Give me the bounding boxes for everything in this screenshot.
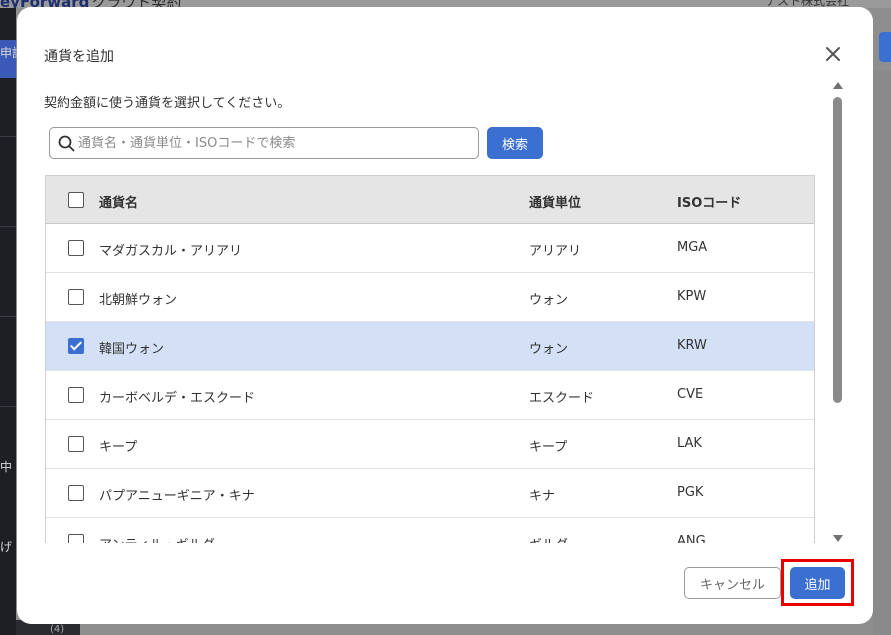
sidebar-label-middle: 中 — [0, 460, 13, 474]
currency-table: 通貨名 通貨単位 ISOコード マダガスカル・アリアリ アリアリ MGA 北朝鮮ウォン… — [45, 175, 815, 543]
row-checkbox[interactable] — [68, 485, 84, 501]
table-row[interactable]: キープ キープ LAK — [46, 420, 814, 469]
search-button[interactable]: 検索 — [487, 127, 543, 159]
scroll-up-arrow-icon[interactable] — [833, 82, 843, 89]
search-field[interactable] — [49, 127, 479, 159]
row-checkbox[interactable] — [68, 387, 84, 403]
iso-code: KRW — [677, 338, 707, 353]
row-checkbox[interactable] — [68, 338, 84, 354]
cancel-button[interactable]: キャンセル — [684, 567, 781, 599]
currency-unit: ウォン — [529, 293, 569, 308]
iso-code: CVE — [677, 387, 704, 402]
row-checkbox[interactable] — [68, 534, 84, 543]
background-button — [879, 32, 891, 62]
scroll-thumb[interactable] — [833, 97, 842, 403]
table-header: 通貨名 通貨単位 ISOコード — [46, 176, 814, 224]
search-icon — [58, 135, 75, 152]
sidebar-label-bottom: げ — [0, 540, 13, 554]
dialog-scrollbar[interactable] — [830, 82, 847, 547]
currency-unit: アリアリ — [529, 244, 582, 259]
dialog-title: 通貨を追加 — [44, 49, 114, 65]
sidebar-divider — [0, 406, 16, 407]
iso-code: KPW — [677, 289, 707, 304]
add-currency-dialog: 通貨を追加 契約金額に使う通貨を選択してください。 検索 通貨名 通貨単位 IS… — [17, 7, 873, 624]
scroll-down-arrow-icon[interactable] — [833, 535, 843, 542]
background-count: (4) — [50, 624, 65, 635]
currency-unit: ウォン — [529, 342, 569, 357]
table-row[interactable]: カーボベルデ・エスクード エスクード CVE — [46, 371, 814, 420]
row-checkbox[interactable] — [68, 436, 84, 452]
row-checkbox[interactable] — [68, 240, 84, 256]
currency-unit: ギルダー — [529, 534, 581, 543]
close-button[interactable] — [823, 44, 843, 64]
sidebar-divider — [0, 316, 16, 317]
sidebar-divider — [0, 226, 16, 227]
currency-name: カーボベルデ・エスクード — [99, 391, 256, 406]
add-button[interactable]: 追加 — [790, 567, 845, 599]
dialog-description: 契約金額に使う通貨を選択してください。 — [44, 96, 291, 111]
table-row[interactable]: パプアニューギニア・キナ キナ PGK — [46, 469, 814, 518]
header-currency-name: 通貨名 — [99, 196, 139, 211]
currency-name: マダガスカル・アリアリ — [99, 244, 243, 259]
currency-name: キープ — [99, 440, 138, 455]
currency-name: パプアニューギニア・キナ — [99, 489, 255, 504]
table-row[interactable]: 北朝鮮ウォン ウォン KPW — [46, 273, 814, 322]
currency-name: 北朝鮮ウォン — [99, 293, 178, 308]
currency-unit: キープ — [529, 440, 568, 455]
header-iso-code: ISOコード — [677, 196, 742, 211]
currency-unit: エスクード — [529, 391, 595, 406]
iso-code: ANG — [677, 534, 706, 543]
iso-code: MGA — [677, 240, 708, 255]
close-icon — [826, 47, 840, 61]
header-currency-unit: 通貨単位 — [529, 196, 582, 211]
search-input[interactable] — [78, 130, 474, 156]
currency-unit: キナ — [529, 489, 556, 504]
row-checkbox[interactable] — [68, 289, 84, 305]
background-panel — [873, 70, 891, 635]
table-row[interactable]: マダガスカル・アリアリ アリアリ MGA — [46, 224, 814, 273]
currency-name: アンティル・ギルダー — [99, 534, 228, 543]
select-all-checkbox[interactable] — [68, 192, 84, 208]
table-row[interactable]: 韓国ウォン ウォン KRW — [46, 322, 814, 371]
app-sidebar: 申請 中 げ — [0, 8, 24, 635]
table-row[interactable]: アンティル・ギルダー ギルダー ANG — [46, 518, 814, 543]
currency-name: 韓国ウォン — [99, 342, 165, 357]
iso-code: PGK — [677, 485, 704, 500]
iso-code: LAK — [677, 436, 702, 451]
sidebar-divider — [0, 136, 16, 137]
